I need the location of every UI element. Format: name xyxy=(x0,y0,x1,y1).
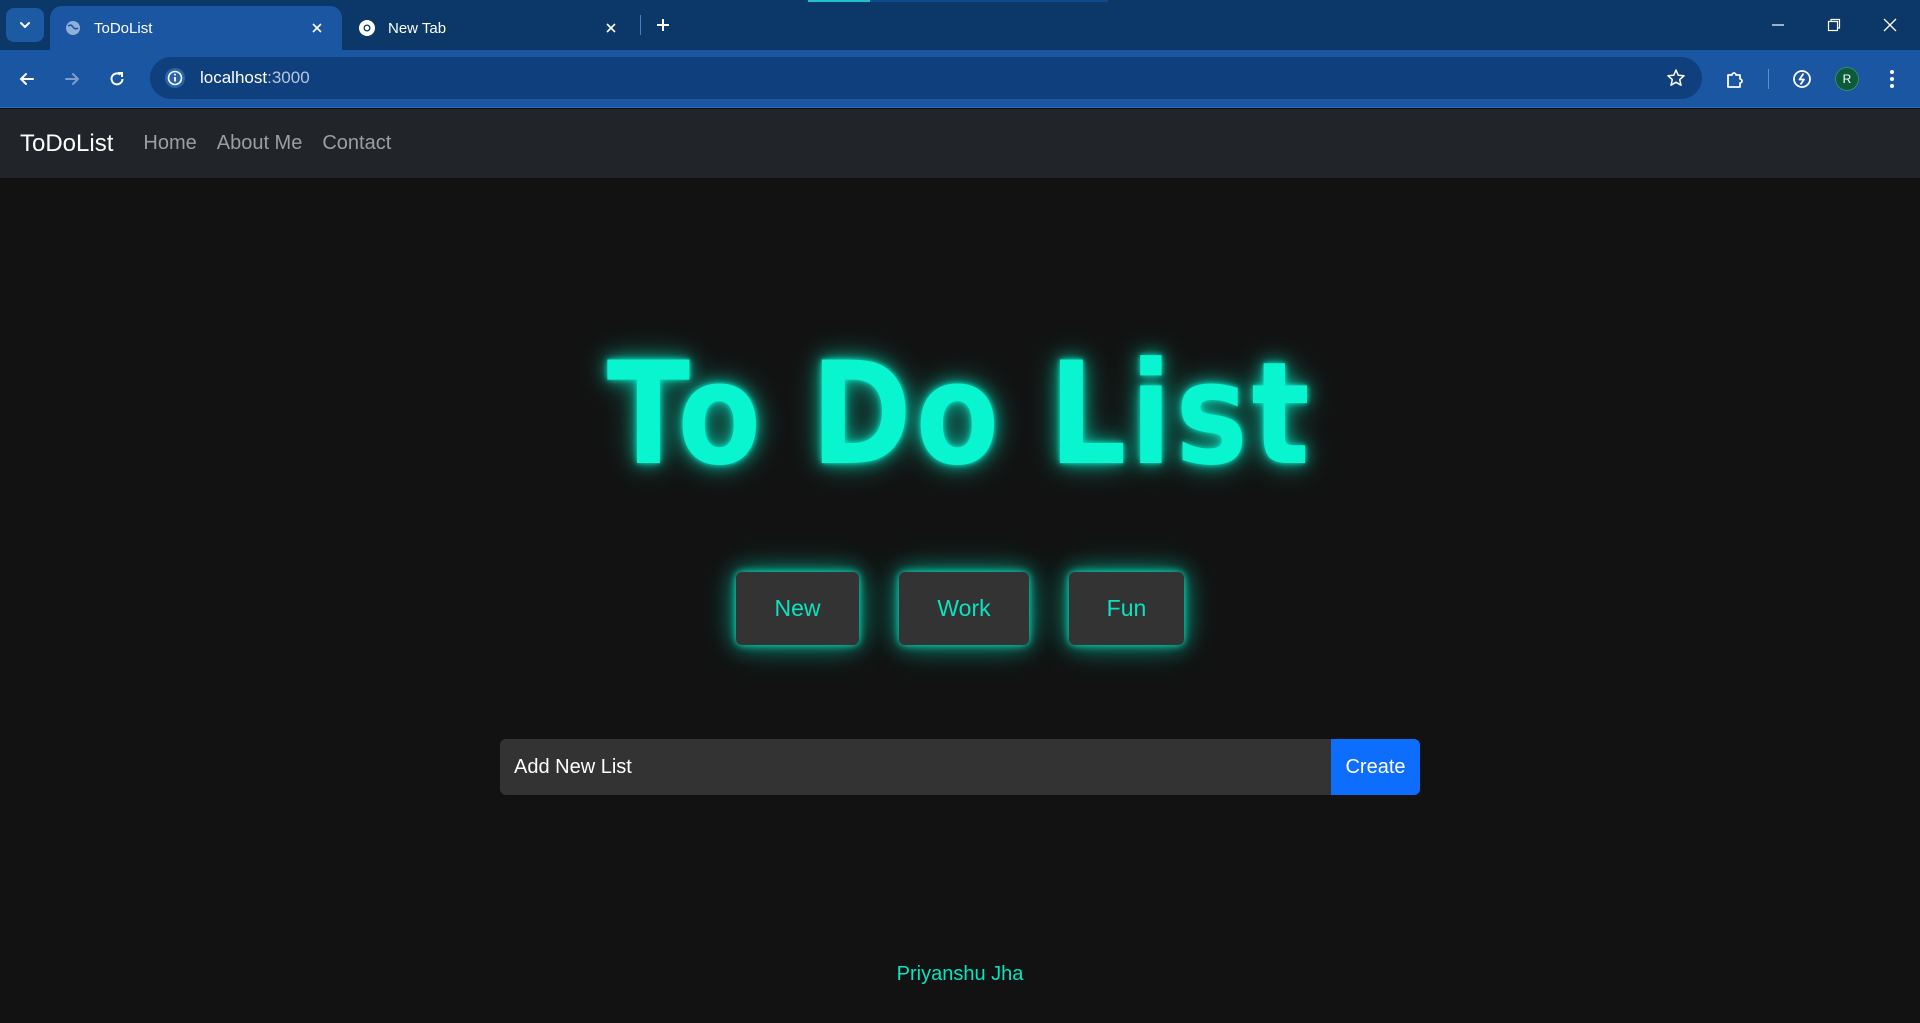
reload-icon xyxy=(110,72,124,86)
extensions-button[interactable] xyxy=(1718,62,1752,96)
url-text: localhost:3000 xyxy=(200,68,310,88)
url-host: localhost xyxy=(200,68,268,87)
speed-icon xyxy=(1793,70,1811,88)
close-icon[interactable] xyxy=(600,17,622,39)
back-button[interactable] xyxy=(10,62,44,96)
reload-button[interactable] xyxy=(100,62,134,96)
arrow-left-icon xyxy=(19,73,34,85)
add-list-form: Create xyxy=(500,739,1420,795)
list-button-work[interactable]: Work xyxy=(899,572,1029,645)
tab-divider xyxy=(640,15,641,35)
list-button-fun[interactable]: Fun xyxy=(1069,572,1184,645)
new-list-input[interactable] xyxy=(500,739,1331,795)
browser-tab-strip: ToDoList New Tab xyxy=(0,0,1920,50)
minimize-button[interactable] xyxy=(1750,0,1806,50)
chrome-icon xyxy=(358,19,376,37)
restore-icon xyxy=(1827,18,1841,32)
tab-todolist[interactable]: ToDoList xyxy=(50,6,342,50)
create-button[interactable]: Create xyxy=(1331,739,1420,795)
new-tab-button[interactable] xyxy=(648,10,678,40)
navbar-brand[interactable]: ToDoList xyxy=(20,130,113,158)
more-vertical-icon xyxy=(1890,70,1894,88)
globe-icon xyxy=(64,19,82,37)
tab-title: ToDoList xyxy=(94,19,153,37)
chevron-down-icon xyxy=(20,22,30,29)
star-icon[interactable] xyxy=(1664,66,1688,90)
footer-author: Priyanshu Jha xyxy=(896,963,1024,985)
forward-button[interactable] xyxy=(55,62,89,96)
restore-button[interactable] xyxy=(1806,0,1862,50)
url-port: :3000 xyxy=(267,68,310,87)
tab-search-button[interactable] xyxy=(6,8,44,42)
nav-link-about[interactable]: About Me xyxy=(217,132,303,155)
tab-title: New Tab xyxy=(388,19,447,37)
nav-link-home[interactable]: Home xyxy=(143,132,196,155)
site-info-icon[interactable] xyxy=(154,57,196,99)
browser-toolbar: localhost:3000 R xyxy=(0,50,1920,108)
browser-menu-button[interactable] xyxy=(1875,62,1909,96)
list-button-new[interactable]: New xyxy=(736,572,859,645)
nav-link-contact[interactable]: Contact xyxy=(322,132,391,155)
site-navbar: ToDoList Home About Me Contact xyxy=(0,109,1920,178)
profile-avatar[interactable]: R xyxy=(1835,67,1859,91)
tab-strip-indicator xyxy=(808,0,1108,2)
puzzle-icon xyxy=(1727,72,1743,88)
page-title: To Do List xyxy=(606,332,1314,497)
minimize-icon xyxy=(1772,24,1784,26)
close-window-button[interactable] xyxy=(1862,0,1918,50)
close-icon xyxy=(1883,18,1897,32)
close-icon[interactable] xyxy=(306,17,328,39)
arrow-right-icon xyxy=(65,73,80,85)
performance-button[interactable] xyxy=(1785,62,1819,96)
toolbar-divider xyxy=(1768,69,1769,89)
address-bar[interactable]: localhost:3000 xyxy=(150,57,1702,99)
plus-icon xyxy=(657,19,669,31)
tab-new-tab[interactable]: New Tab xyxy=(344,6,636,50)
